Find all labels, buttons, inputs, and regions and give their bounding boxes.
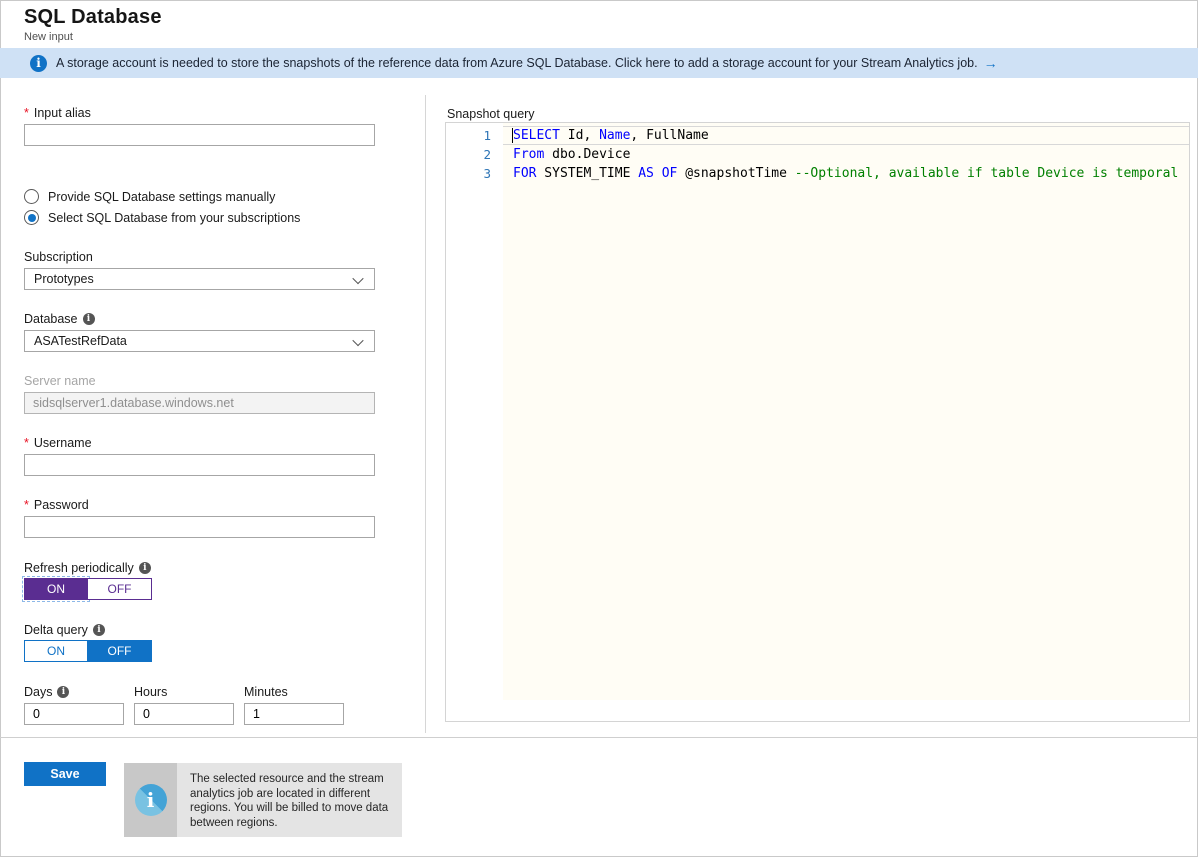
radio-circle-selected-icon[interactable]: [24, 210, 39, 225]
line-number: 1: [446, 126, 503, 145]
radio-provide-manually[interactable]: Provide SQL Database settings manually: [24, 189, 375, 204]
info-icon: i: [30, 55, 47, 72]
line-number: 2: [446, 145, 503, 164]
days-field[interactable]: [24, 703, 124, 725]
chevron-down-icon: [352, 273, 363, 284]
hours-field[interactable]: [134, 703, 234, 725]
sql-database-pane: SQL Database New input i A storage accou…: [0, 0, 1198, 857]
info-icon: i: [139, 562, 151, 574]
hours-label: Hours: [134, 685, 234, 699]
radio-select-from-subscriptions[interactable]: Select SQL Database from your subscripti…: [24, 210, 375, 225]
required-mark: *: [24, 106, 29, 120]
code-line[interactable]: 1SELECT Id, Name, FullName: [446, 126, 1189, 145]
delta-on-button[interactable]: ON: [24, 640, 88, 662]
info-icon: i: [135, 784, 167, 816]
password-field[interactable]: [24, 516, 375, 538]
radio-circle-icon[interactable]: [24, 189, 39, 204]
column-divider: [425, 95, 426, 733]
code-text[interactable]: SELECT Id, Name, FullName: [503, 126, 1189, 145]
refresh-interval-row: Days i Hours Minutes: [24, 685, 375, 725]
page-subtitle: New input: [24, 31, 73, 43]
delta-query-label: Delta query i: [24, 623, 375, 637]
minutes-label: Minutes: [244, 685, 344, 699]
billing-notice: i The selected resource and the stream a…: [124, 763, 402, 837]
password-label: * Password: [24, 498, 375, 512]
arrow-right-icon[interactable]: →: [984, 55, 998, 71]
info-icon: i: [93, 624, 105, 636]
required-mark: *: [24, 436, 29, 450]
delta-query-toggle: ON OFF: [24, 640, 152, 662]
info-icon: i: [83, 313, 95, 325]
editor-background: [503, 123, 1189, 700]
code-text[interactable]: FOR SYSTEM_TIME AS OF @snapshotTime --Op…: [503, 164, 1189, 183]
footer-divider: [0, 737, 1198, 738]
days-label: Days i: [24, 685, 124, 699]
line-number: 3: [446, 164, 503, 183]
notice-icon-strip: i: [124, 763, 177, 837]
input-form: * Input alias Provide SQL Database setti…: [24, 106, 375, 725]
snapshot-query-label: Snapshot query: [447, 107, 535, 121]
notice-text: The selected resource and the stream ana…: [177, 763, 402, 837]
delta-off-button[interactable]: OFF: [88, 640, 152, 662]
input-alias-field[interactable]: [24, 124, 375, 146]
refresh-periodically-toggle: ON OFF: [24, 578, 152, 600]
required-mark: *: [24, 498, 29, 512]
banner-link-text[interactable]: A storage account is needed to store the…: [56, 56, 978, 70]
page-title: SQL Database: [24, 6, 162, 29]
database-label: Database i: [24, 312, 375, 326]
refresh-periodically-label: Refresh periodically i: [24, 561, 375, 575]
server-name-label: Server name: [24, 374, 375, 388]
code-line[interactable]: 2From dbo.Device: [446, 145, 1189, 164]
source-mode-radios: Provide SQL Database settings manually S…: [24, 189, 375, 225]
username-field[interactable]: [24, 454, 375, 476]
storage-account-banner: i A storage account is needed to store t…: [0, 48, 1198, 78]
snapshot-query-editor[interactable]: 1SELECT Id, Name, FullName2From dbo.Devi…: [445, 122, 1190, 722]
subscription-select[interactable]: Prototypes: [24, 268, 375, 290]
server-name-field: [24, 392, 375, 414]
save-button[interactable]: Save: [24, 762, 106, 786]
text-cursor: [512, 128, 513, 143]
refresh-on-button[interactable]: ON: [24, 578, 88, 600]
input-alias-label: * Input alias: [24, 106, 375, 120]
username-label: * Username: [24, 436, 375, 450]
chevron-down-icon: [352, 335, 363, 346]
editor-rows: 1SELECT Id, Name, FullName2From dbo.Devi…: [446, 123, 1189, 183]
database-select[interactable]: ASATestRefData: [24, 330, 375, 352]
info-icon: i: [57, 686, 69, 698]
subscription-label: Subscription: [24, 250, 375, 264]
code-text[interactable]: From dbo.Device: [503, 145, 1189, 164]
refresh-off-button[interactable]: OFF: [88, 578, 152, 600]
minutes-field[interactable]: [244, 703, 344, 725]
code-line[interactable]: 3FOR SYSTEM_TIME AS OF @snapshotTime --O…: [446, 164, 1189, 183]
